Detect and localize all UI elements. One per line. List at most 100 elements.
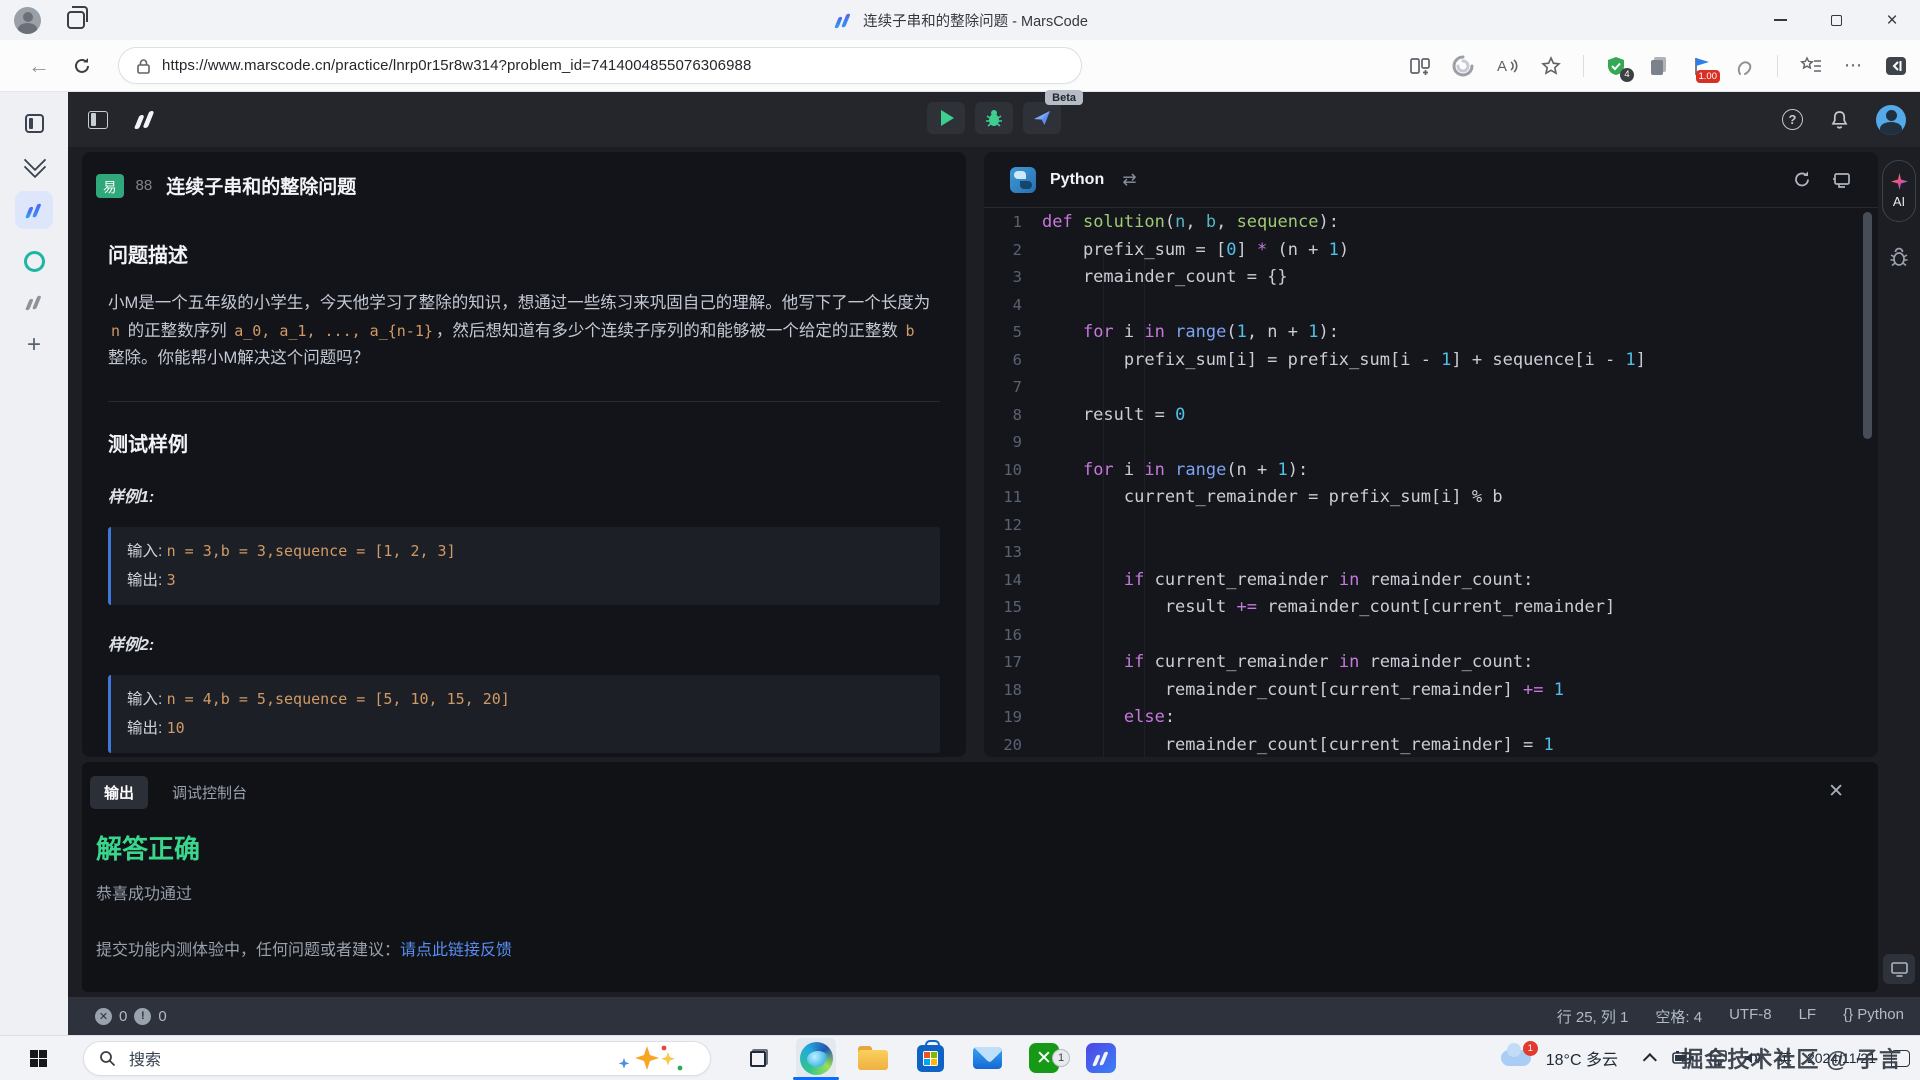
tab-output[interactable]: 输出	[90, 776, 148, 809]
sidebar-toggle-icon[interactable]	[1884, 54, 1908, 78]
code-line[interactable]: 13	[984, 539, 1878, 567]
code-line[interactable]: 8 result = 0	[984, 402, 1878, 430]
panel-toggle-icon[interactable]	[88, 111, 108, 129]
code-line[interactable]: 9	[984, 429, 1878, 457]
back-icon[interactable]: ←	[28, 53, 50, 79]
tab-debug-console[interactable]: 调试控制台	[172, 782, 247, 803]
debug-rail-icon[interactable]	[1888, 246, 1910, 268]
code-line[interactable]: 6 prefix_sum[i] = prefix_sum[i - 1] + se…	[984, 347, 1878, 375]
bell-icon[interactable]	[1829, 109, 1850, 131]
code-line[interactable]: 1def solution(n, b, sequence):	[984, 209, 1878, 237]
format-code-icon[interactable]	[1832, 170, 1852, 189]
samples-container: 样例1:输入: n = 3,b = 3,sequence = [1, 2, 3]…	[108, 483, 940, 753]
browser-profile-avatar[interactable]	[14, 7, 41, 34]
mail-button[interactable]	[967, 1038, 1007, 1078]
address-bar[interactable]: https://www.marscode.cn/practice/lnrp0r1…	[118, 47, 1082, 84]
reload-icon[interactable]	[72, 56, 92, 76]
editor-scrollbar[interactable]	[1863, 212, 1872, 439]
difficulty-badge: 易	[96, 174, 124, 198]
favorite-star-icon[interactable]	[1540, 55, 1562, 77]
browser-tab-title: 连续子串和的整除问题 - MarsCode	[863, 10, 1088, 31]
code-line[interactable]: 19 else:	[984, 704, 1878, 732]
code-token: 1	[1625, 350, 1635, 370]
code-line[interactable]: 4	[984, 292, 1878, 320]
user-avatar[interactable]	[1876, 105, 1906, 135]
code-line[interactable]: 2 prefix_sum = [0] * (n + 1)	[984, 237, 1878, 265]
code-line[interactable]: 3 remainder_count = {}	[984, 264, 1878, 292]
eol-setting[interactable]: LF	[1799, 1006, 1817, 1027]
weather-text[interactable]: 18°C 多云	[1546, 1046, 1618, 1070]
code-line[interactable]: 15 result += remainder_count[current_rem…	[984, 594, 1878, 622]
ai-assistant-button[interactable]: AI	[1882, 160, 1916, 222]
warnings-icon[interactable]: !	[134, 1008, 151, 1025]
minimize-button[interactable]	[1752, 0, 1808, 40]
sidebar-item-marscode-gray[interactable]	[23, 294, 45, 311]
sidebar-ring-icon[interactable]	[24, 251, 45, 272]
more-menu-icon[interactable]: ⋯	[1844, 55, 1863, 76]
code-line[interactable]: 11 current_remainder = prefix_sum[i] % b	[984, 484, 1878, 512]
curly-extension-icon[interactable]	[1734, 55, 1756, 77]
code-token: 1	[1544, 735, 1554, 755]
sidebar-panel-icon[interactable]	[25, 114, 44, 133]
code-line[interactable]: 16	[984, 622, 1878, 650]
swap-language-icon[interactable]: ⇄	[1122, 170, 1136, 190]
pages-extension-icon[interactable]	[1648, 55, 1670, 77]
collections-icon[interactable]	[24, 155, 44, 175]
copilot-icon[interactable]	[1452, 55, 1474, 77]
inline-code: a_0, a_1, ..., a_{n-1}	[231, 322, 436, 340]
code-line[interactable]: 20 remainder_count[current_remainder] = …	[984, 732, 1878, 758]
code-line[interactable]: 17 if current_remainder in remainder_cou…	[984, 649, 1878, 677]
code-line[interactable]: 5 for i in range(1, n + 1):	[984, 319, 1878, 347]
code-token: result =	[1042, 405, 1175, 425]
cursor-position[interactable]: 行 25, 列 1	[1557, 1006, 1629, 1027]
file-explorer-button[interactable]	[853, 1038, 893, 1078]
edge-taskbar-button[interactable]	[796, 1038, 836, 1078]
code-line[interactable]: 14 if current_remainder in remainder_cou…	[984, 567, 1878, 595]
sidebar-item-marscode-active[interactable]	[15, 191, 53, 229]
code-line[interactable]: 12	[984, 512, 1878, 540]
encoding[interactable]: UTF-8	[1729, 1006, 1772, 1027]
line-number: 3	[984, 264, 1042, 292]
code-token: ,	[1185, 212, 1205, 232]
code-token: *	[1257, 240, 1267, 260]
errors-icon[interactable]: ✕	[95, 1008, 112, 1025]
debug-button[interactable]	[975, 102, 1013, 134]
help-icon[interactable]: ?	[1782, 109, 1803, 130]
task-view-button[interactable]	[739, 1038, 779, 1078]
indent-setting[interactable]: 空格: 4	[1655, 1006, 1702, 1027]
marscode-favicon	[834, 13, 852, 27]
tray-chevron-icon[interactable]	[1643, 1053, 1657, 1067]
language-mode[interactable]: {} Python	[1843, 1006, 1904, 1027]
reset-code-icon[interactable]	[1793, 170, 1812, 189]
tab-stack-icon[interactable]	[67, 11, 85, 29]
sidebar-add-icon[interactable]: +	[27, 333, 41, 357]
code-line[interactable]: 7	[984, 374, 1878, 402]
code-line[interactable]: 18 remainder_count[current_remainder] +=…	[984, 677, 1878, 705]
start-button[interactable]	[30, 1050, 47, 1067]
code-token: for	[1083, 322, 1114, 342]
close-output-icon[interactable]: ✕	[1828, 780, 1844, 803]
code-token: +=	[1523, 680, 1543, 700]
marscode-taskbar-button[interactable]	[1081, 1038, 1121, 1078]
submit-button[interactable]: Beta	[1023, 102, 1061, 134]
adblock-extension[interactable]: 4	[1605, 55, 1627, 77]
split-screen-icon[interactable]	[1409, 55, 1431, 77]
store-button[interactable]	[910, 1038, 950, 1078]
feedback-link[interactable]: 请点此链接反馈	[400, 942, 512, 959]
maximize-button[interactable]	[1808, 0, 1864, 40]
flag-extension[interactable]: 1.00	[1691, 55, 1713, 77]
app-header: Beta ?	[68, 92, 1920, 147]
code-token: prefix_sum = [	[1042, 240, 1226, 260]
code-token: current_remainder	[1144, 652, 1338, 672]
close-button[interactable]: ×	[1864, 0, 1920, 40]
preview-button[interactable]	[1883, 954, 1915, 984]
read-aloud-icon[interactable]: A	[1495, 55, 1519, 77]
weather-widget[interactable]: 1	[1501, 1050, 1531, 1066]
favorites-bar-icon[interactable]	[1799, 55, 1823, 77]
screen: 连续子串和的整除问题 - MarsCode × ← https://www.ma…	[0, 0, 1920, 1080]
run-button[interactable]	[927, 102, 965, 134]
code-line[interactable]: 10 for i in range(n + 1):	[984, 457, 1878, 485]
taskbar-search[interactable]: 搜索	[83, 1041, 711, 1076]
xbox-button[interactable]: ✕ 1	[1024, 1038, 1064, 1078]
code-editor[interactable]: 1def solution(n, b, sequence):2 prefix_s…	[984, 209, 1878, 757]
